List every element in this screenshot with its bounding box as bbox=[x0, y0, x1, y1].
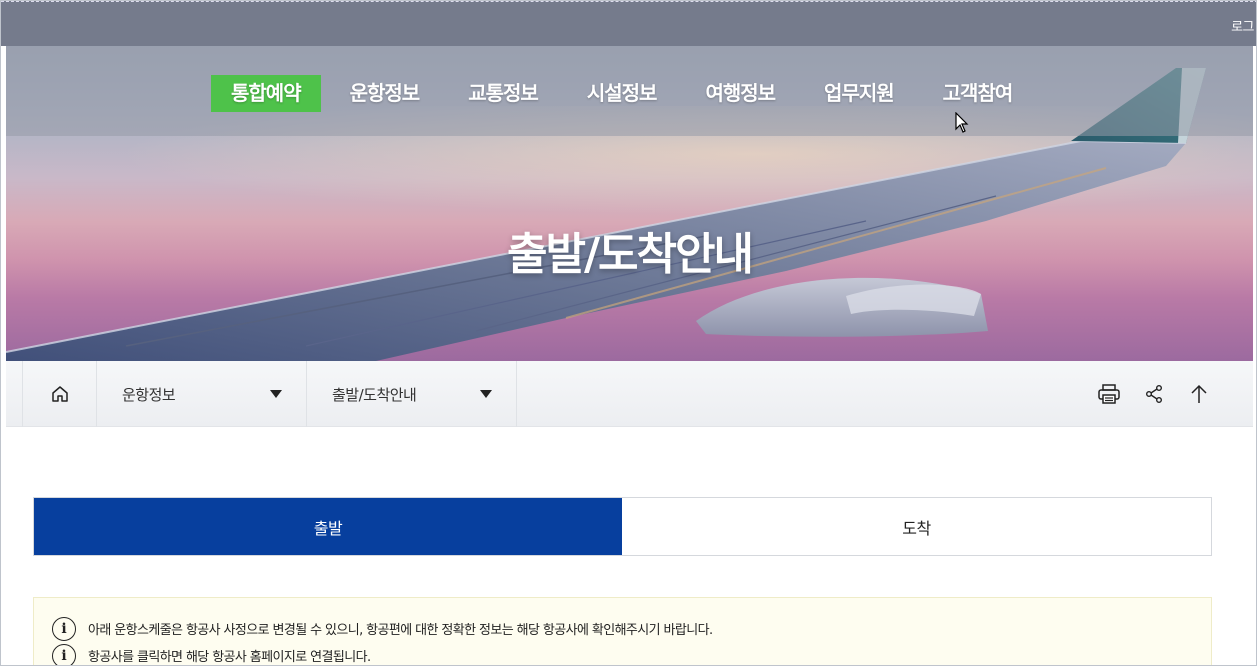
page-tools bbox=[1095, 380, 1213, 408]
gnb-item-reservation[interactable]: 통합예약 bbox=[211, 75, 321, 112]
print-button[interactable] bbox=[1095, 380, 1123, 408]
breadcrumb-level2-label: 출발/도착안내 bbox=[332, 385, 417, 404]
breadcrumb-select-level1[interactable]: 운항정보 bbox=[97, 361, 307, 427]
home-button[interactable] bbox=[22, 361, 97, 427]
tab-arrival[interactable]: 도착 bbox=[622, 498, 1211, 555]
global-nav: 통합예약 운항정보 교통정보 시설정보 여행정보 업무지원 고객참여 bbox=[211, 75, 1041, 112]
chevron-down-icon bbox=[480, 390, 492, 398]
home-icon bbox=[51, 386, 68, 402]
share-icon bbox=[1146, 385, 1162, 403]
utility-bar: 로그 bbox=[1, 1, 1256, 46]
scroll-top-button[interactable] bbox=[1185, 380, 1213, 408]
gnb-item-transport-info[interactable]: 교통정보 bbox=[448, 75, 558, 112]
print-icon bbox=[1098, 384, 1120, 404]
browser-viewport: 로그 통합예약 운항정보 교통정보 시설정보 여행정보 업무지원 고객참여 출발… bbox=[0, 0, 1257, 666]
breadcrumb: 운항정보 출발/도착안내 bbox=[6, 361, 1253, 427]
gnb-item-business-support[interactable]: 업무지원 bbox=[804, 75, 914, 112]
hero-banner: 통합예약 운항정보 교통정보 시설정보 여행정보 업무지원 고객참여 출발/도착… bbox=[6, 46, 1253, 361]
breadcrumb-select-level2[interactable]: 출발/도착안내 bbox=[307, 361, 517, 427]
info-icon: i bbox=[52, 643, 76, 665]
notice-text: 아래 운항스케줄은 항공사 사정으로 변경될 수 있으니, 항공편에 대한 정확… bbox=[88, 623, 713, 638]
share-button[interactable] bbox=[1140, 380, 1168, 408]
notice-text: 항공사를 클릭하면 해당 항공사 홈페이지로 연결됩니다. bbox=[88, 650, 371, 665]
notice-row: i 아래 운항스케줄은 항공사 사정으로 변경될 수 있으니, 항공편에 대한 … bbox=[52, 615, 1211, 642]
info-icon: i bbox=[52, 616, 76, 641]
chevron-down-icon bbox=[270, 390, 282, 398]
breadcrumb-level1-label: 운항정보 bbox=[122, 385, 176, 404]
page-title: 출발/도착안내 bbox=[507, 229, 754, 280]
login-link[interactable]: 로그 bbox=[1231, 16, 1254, 35]
gnb-item-customer-participation[interactable]: 고객참여 bbox=[923, 75, 1033, 112]
arrow-up-icon bbox=[1191, 384, 1207, 403]
gnb-item-flight-info[interactable]: 운항정보 bbox=[330, 75, 440, 112]
tab-departure[interactable]: 출발 bbox=[34, 498, 622, 555]
mouse-cursor-icon bbox=[955, 112, 969, 133]
gnb-item-travel-info[interactable]: 여행정보 bbox=[685, 75, 795, 112]
notice-box: i 아래 운항스케줄은 항공사 사정으로 변경될 수 있으니, 항공편에 대한 … bbox=[33, 597, 1212, 665]
notice-row: i 항공사를 클릭하면 해당 항공사 홈페이지로 연결됩니다. bbox=[52, 642, 1211, 665]
gnb-item-facility-info[interactable]: 시설정보 bbox=[567, 75, 677, 112]
departure-arrival-tabs: 출발 도착 bbox=[33, 497, 1212, 556]
